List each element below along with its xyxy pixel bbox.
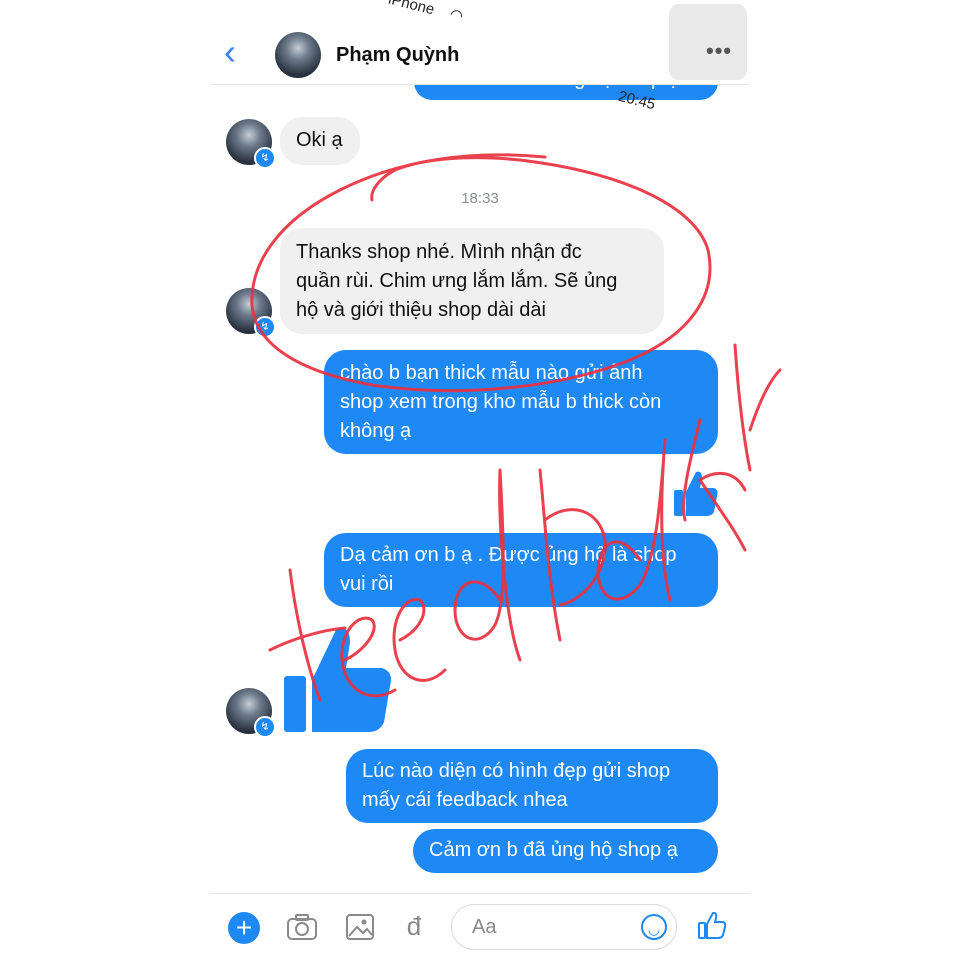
messenger-badge-icon: ↯ [254,716,276,738]
messenger-screen: iPhone ◠ ‹ Phạm Quỳnh ••• 20:45 Cảm ơn b… [210,0,750,960]
image-icon[interactable] [344,912,376,942]
messenger-badge-icon: ↯ [254,316,276,338]
message-text: Cảm ơn b đã ủng hộ shop ạ [429,839,678,861]
avatar[interactable] [275,32,321,78]
message-line: mấy cái feedback nhea [362,789,568,811]
message-bubble-outgoing[interactable]: chào b bạn thick mẫu nào gửi ảnh shop xe… [324,350,718,454]
camera-icon[interactable] [286,912,318,942]
plus-icon[interactable]: + [228,912,260,944]
thumbs-up-icon[interactable] [282,624,402,734]
chevron-left-icon[interactable]: ‹ [224,34,236,70]
message-bubble-incoming[interactable]: Thanks shop nhé. Mình nhận đc quần rùi. … [280,228,664,334]
messenger-badge-icon: ↯ [254,147,276,169]
composer-bar: + đ Aa ◡ [210,893,750,960]
dong-currency-icon[interactable]: đ [398,911,430,941]
ellipsis-icon[interactable]: ••• [706,38,732,64]
message-line: shop xem trong kho mẫu b thick còn [340,391,662,413]
chat-header: iPhone ◠ ‹ Phạm Quỳnh ••• [210,0,750,85]
message-bubble-outgoing[interactable]: Dạ cảm ơn b ạ . Được ủng hộ là shop vui … [324,533,718,624]
message-input[interactable]: Aa ◡ [451,904,677,950]
message-line: quần rùi. Chim ưng lắm lắm. Sẽ ủng [296,270,618,292]
message-line: Dạ cảm ơn b ạ . Được ủng hộ là shop vui … [340,544,677,595]
wifi-icon: ◠ [448,5,465,26]
message-line: Thanks shop nhé. Mình nhận đc [296,241,582,263]
carrier-label: iPhone [386,0,437,19]
message-line: chào b bạn thick mẫu nào gửi ảnh [340,362,643,384]
contact-name[interactable]: Phạm Quỳnh [336,44,459,67]
message-line: hộ và giới thiệu shop dài dài [296,299,546,321]
message-bubble-outgoing[interactable]: Cảm ơn b đã ủng hộ shop ạ [413,829,718,873]
emoji-icon[interactable]: ◡ [641,914,667,940]
input-placeholder: Aa [472,916,497,938]
message-text: Oki ạ [296,129,343,151]
thumbs-up-icon[interactable] [697,910,727,940]
message-line: không ạ [340,420,412,442]
timestamp: 18:33 [461,190,499,207]
thumbs-up-icon [674,471,718,516]
message-bubble-incoming[interactable]: Oki ạ [280,117,360,165]
message-line: Lúc nào diện có hình đẹp gửi shop [362,760,671,782]
message-bubble-outgoing[interactable]: Lúc nào diện có hình đẹp gửi shop mấy cá… [346,749,718,823]
